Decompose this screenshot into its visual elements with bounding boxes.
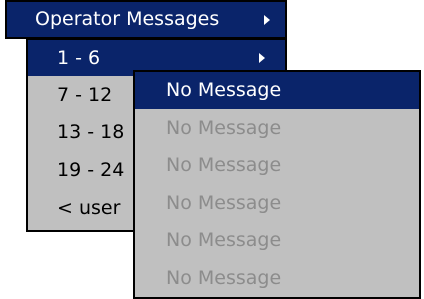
menu-item-label: 1 - 6 [57, 47, 101, 69]
menu-item-label: < user [57, 197, 121, 219]
message-item-label: No Message [166, 79, 282, 101]
menu-operator-messages-label: Operator Messages [35, 8, 220, 30]
submenu-messages: No Message No Message No Message No Mess… [133, 70, 421, 299]
menu-item-label: 7 - 12 [57, 84, 113, 106]
message-item: No Message [135, 147, 419, 184]
message-item-label: No Message [166, 229, 282, 251]
message-item[interactable]: No Message [135, 72, 419, 109]
message-item-label: No Message [166, 192, 282, 214]
chevron-right-icon [264, 15, 270, 25]
message-item: No Message [135, 222, 419, 259]
message-item-label: No Message [166, 117, 282, 139]
message-item: No Message [135, 110, 419, 147]
message-item-label: No Message [166, 267, 282, 289]
message-item-label: No Message [166, 154, 282, 176]
menu-item-label: 13 - 18 [57, 121, 125, 143]
message-item: No Message [135, 185, 419, 222]
menu-operator-messages[interactable]: Operator Messages [5, 0, 287, 39]
chevron-right-icon [259, 53, 265, 63]
message-item: No Message [135, 260, 419, 297]
menu-item-label: 19 - 24 [57, 159, 125, 181]
